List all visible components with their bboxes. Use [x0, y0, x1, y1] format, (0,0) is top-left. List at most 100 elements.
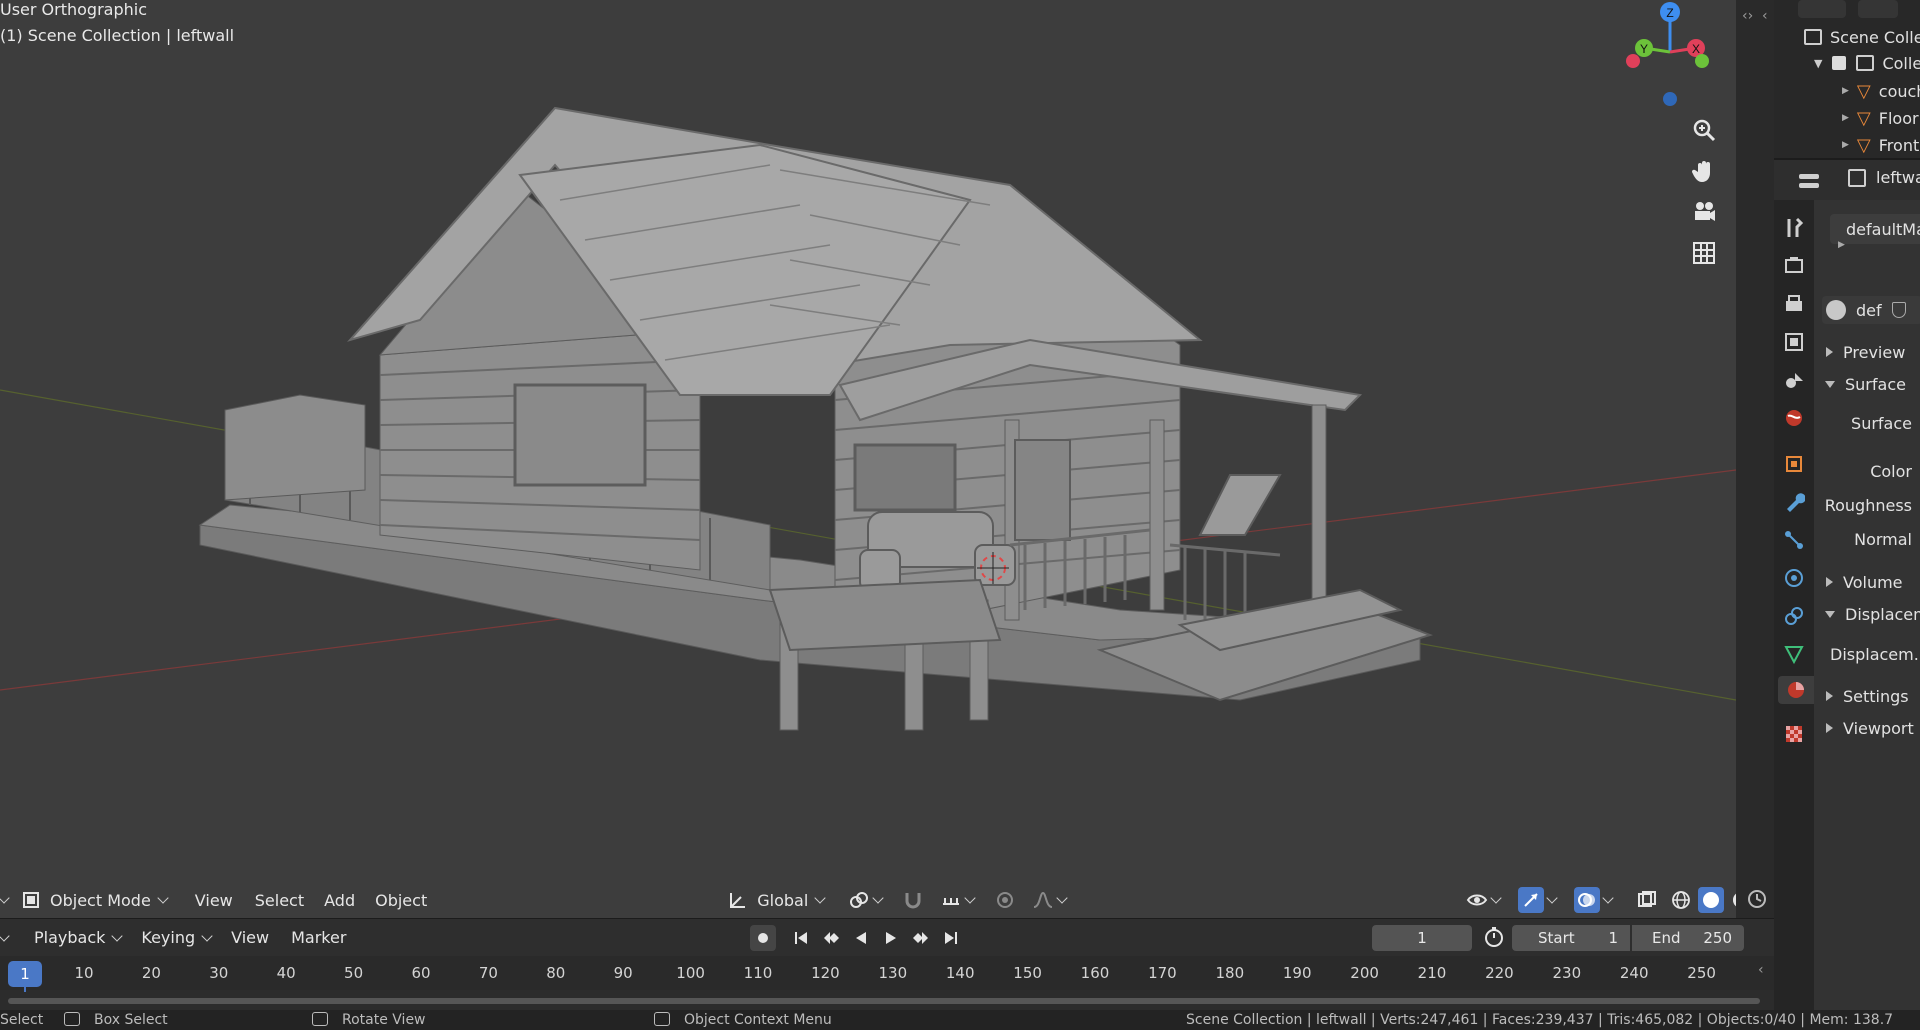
viewport-panel[interactable]: Viewport — [1814, 714, 1914, 742]
expand-arrow-icon[interactable]: ▶ — [1842, 86, 1849, 96]
output-tab-icon[interactable] — [1780, 290, 1808, 318]
select-menu[interactable]: Select — [249, 885, 310, 915]
scene-tab-icon[interactable] — [1780, 366, 1808, 394]
physics-tab-icon[interactable] — [1780, 564, 1808, 592]
gizmo-toggle[interactable] — [1512, 885, 1568, 915]
timeline-editor-chevron-icon[interactable] — [0, 923, 18, 953]
data-tab-icon[interactable] — [1780, 640, 1808, 668]
volume-panel[interactable]: Volume — [1814, 568, 1903, 596]
snap-toggle[interactable] — [894, 885, 932, 915]
modifier-tab-icon[interactable] — [1780, 488, 1808, 516]
render-tab-icon[interactable] — [1780, 252, 1808, 280]
checkbox-icon[interactable] — [1832, 56, 1847, 70]
outliner-filter-icon[interactable] — [1858, 0, 1898, 18]
next-keyframe-icon[interactable] — [908, 925, 934, 951]
view-menu[interactable]: View — [189, 885, 239, 915]
neg-x-axis-icon[interactable] — [1626, 54, 1640, 68]
history-icon[interactable] — [1746, 888, 1770, 912]
particles-tab-icon[interactable] — [1780, 526, 1808, 554]
collapse-arrow-icon[interactable]: ‹ — [1762, 8, 1768, 24]
expand-arrow-icon[interactable]: ▼ — [1814, 57, 1822, 70]
xray-toggle[interactable] — [1628, 885, 1666, 915]
proportional-edit-toggle[interactable] — [986, 885, 1024, 915]
timeline-ruler[interactable]: 1 10 20 30 40 50 60 70 80 90 100 110 120 130 140 150 16… — [0, 956, 1774, 992]
world-tab-icon[interactable] — [1780, 404, 1808, 432]
timeline-view-menu[interactable]: View — [225, 923, 275, 953]
end-frame-field[interactable]: End 250 — [1632, 925, 1744, 951]
area-divider[interactable]: ‹› ‹ — [1736, 0, 1774, 1010]
object-menu[interactable]: Object — [369, 885, 433, 915]
hand-icon[interactable] — [1686, 153, 1722, 189]
stopwatch-icon[interactable] — [1482, 925, 1508, 951]
expand-arrow-icon[interactable]: ▶ — [1842, 113, 1849, 123]
overlay-toggle[interactable] — [1568, 885, 1624, 915]
timeline-header: Playback Keying View Marker 1 Start 1 End… — [0, 918, 1774, 956]
grid-icon[interactable] — [1686, 235, 1722, 271]
preview-label: Preview — [1843, 342, 1906, 362]
visibility-select[interactable] — [1458, 885, 1512, 915]
neg-y-axis-icon[interactable] — [1695, 54, 1709, 68]
slot-expand-arrow-icon[interactable]: ▶ — [1838, 240, 1845, 250]
timeline-editor[interactable]: Playback Keying View Marker 1 Start 1 End… — [0, 918, 1774, 1010]
shading-material[interactable] — [1726, 885, 1736, 915]
start-frame-field[interactable]: Start 1 — [1512, 925, 1630, 951]
fake-user-shield-icon[interactable] — [1891, 302, 1906, 318]
outliner-scene-collection[interactable]: Scene Collection — [1804, 24, 1920, 50]
camera-icon[interactable] — [1686, 194, 1722, 230]
gizmo-z-label: Z — [1666, 6, 1673, 20]
object-tab-icon[interactable] — [1780, 450, 1808, 478]
timeline-collapse-icon[interactable]: ‹ — [1758, 962, 1764, 978]
material-name-field[interactable]: def — [1856, 301, 1882, 320]
outliner-item-couch[interactable]: ▶ ▽ couch — [1842, 78, 1920, 104]
falloff-select[interactable] — [1024, 885, 1078, 915]
orientation-select[interactable]: Global — [719, 885, 836, 915]
pivot-select[interactable] — [840, 885, 894, 915]
material-tab-icon[interactable] — [1778, 676, 1814, 704]
displacement-panel[interactable]: Displacement — [1814, 600, 1920, 628]
properties-editor-type-icon[interactable] — [1798, 170, 1838, 192]
outliner-item-front[interactable]: ▶ ▽ Front — [1842, 132, 1919, 158]
shading-solid[interactable] — [1696, 885, 1726, 915]
material-datablock[interactable]: def — [1822, 296, 1920, 324]
expand-arrow-icon[interactable]: ▶ — [1842, 140, 1849, 150]
editor-type-chevron-icon[interactable] — [0, 885, 10, 915]
region-toggle-icon[interactable]: ‹› — [1742, 8, 1753, 24]
outliner[interactable]: Scene Collection ▼ Collection ▶ ▽ couch … — [1774, 0, 1920, 158]
scene-collection-label: Scene Collection — [1830, 27, 1920, 47]
prev-keyframe-icon[interactable] — [818, 925, 844, 951]
marker-menu[interactable]: Marker — [285, 923, 352, 953]
settings-panel[interactable]: Settings — [1814, 682, 1909, 710]
snap-target-select[interactable] — [932, 885, 986, 915]
record-icon[interactable] — [750, 925, 776, 951]
playback-menu[interactable]: Playback — [28, 923, 133, 953]
current-frame-indicator[interactable]: 1 — [8, 961, 42, 987]
outliner-display-mode-icon[interactable] — [1798, 0, 1846, 18]
neg-z-axis-icon[interactable] — [1663, 92, 1677, 106]
properties-object-context[interactable]: leftwall — [1848, 168, 1920, 187]
shading-wireframe[interactable] — [1666, 885, 1696, 915]
material-browse-icon[interactable] — [1826, 300, 1846, 320]
outliner-collection-row[interactable]: ▼ Collection — [1814, 50, 1920, 76]
magnet-icon — [900, 887, 926, 913]
texture-tab-icon[interactable] — [1780, 720, 1808, 748]
play-icon[interactable] — [878, 925, 904, 951]
navigation-gizmo[interactable]: Z Y X — [1620, 0, 1710, 115]
keying-menu[interactable]: Keying — [135, 923, 223, 953]
outliner-item-floor[interactable]: ▶ ▽ Floor — [1842, 105, 1919, 131]
jump-end-icon[interactable] — [938, 925, 964, 951]
zoom-icon[interactable] — [1686, 112, 1722, 148]
surface-panel[interactable]: Surface — [1814, 370, 1906, 398]
constraints-tab-icon[interactable] — [1780, 602, 1808, 630]
jump-start-icon[interactable] — [788, 925, 814, 951]
preview-panel[interactable]: Preview — [1814, 338, 1905, 366]
mode-select[interactable]: Object Mode — [12, 885, 179, 915]
play-reverse-icon[interactable] — [848, 925, 874, 951]
3d-viewport[interactable]: User Orthographic (1) Scene Collection |… — [0, 0, 1736, 918]
scrollbar-thumb[interactable] — [8, 998, 1760, 1004]
current-frame-field[interactable]: 1 — [1372, 925, 1472, 951]
add-menu[interactable]: Add — [318, 885, 361, 915]
timeline-scrollbar[interactable] — [0, 996, 1774, 1006]
view-layer-tab-icon[interactable] — [1780, 328, 1808, 356]
ruler-tick-label: 80 — [546, 964, 566, 982]
tool-tab-icon[interactable] — [1780, 214, 1808, 242]
